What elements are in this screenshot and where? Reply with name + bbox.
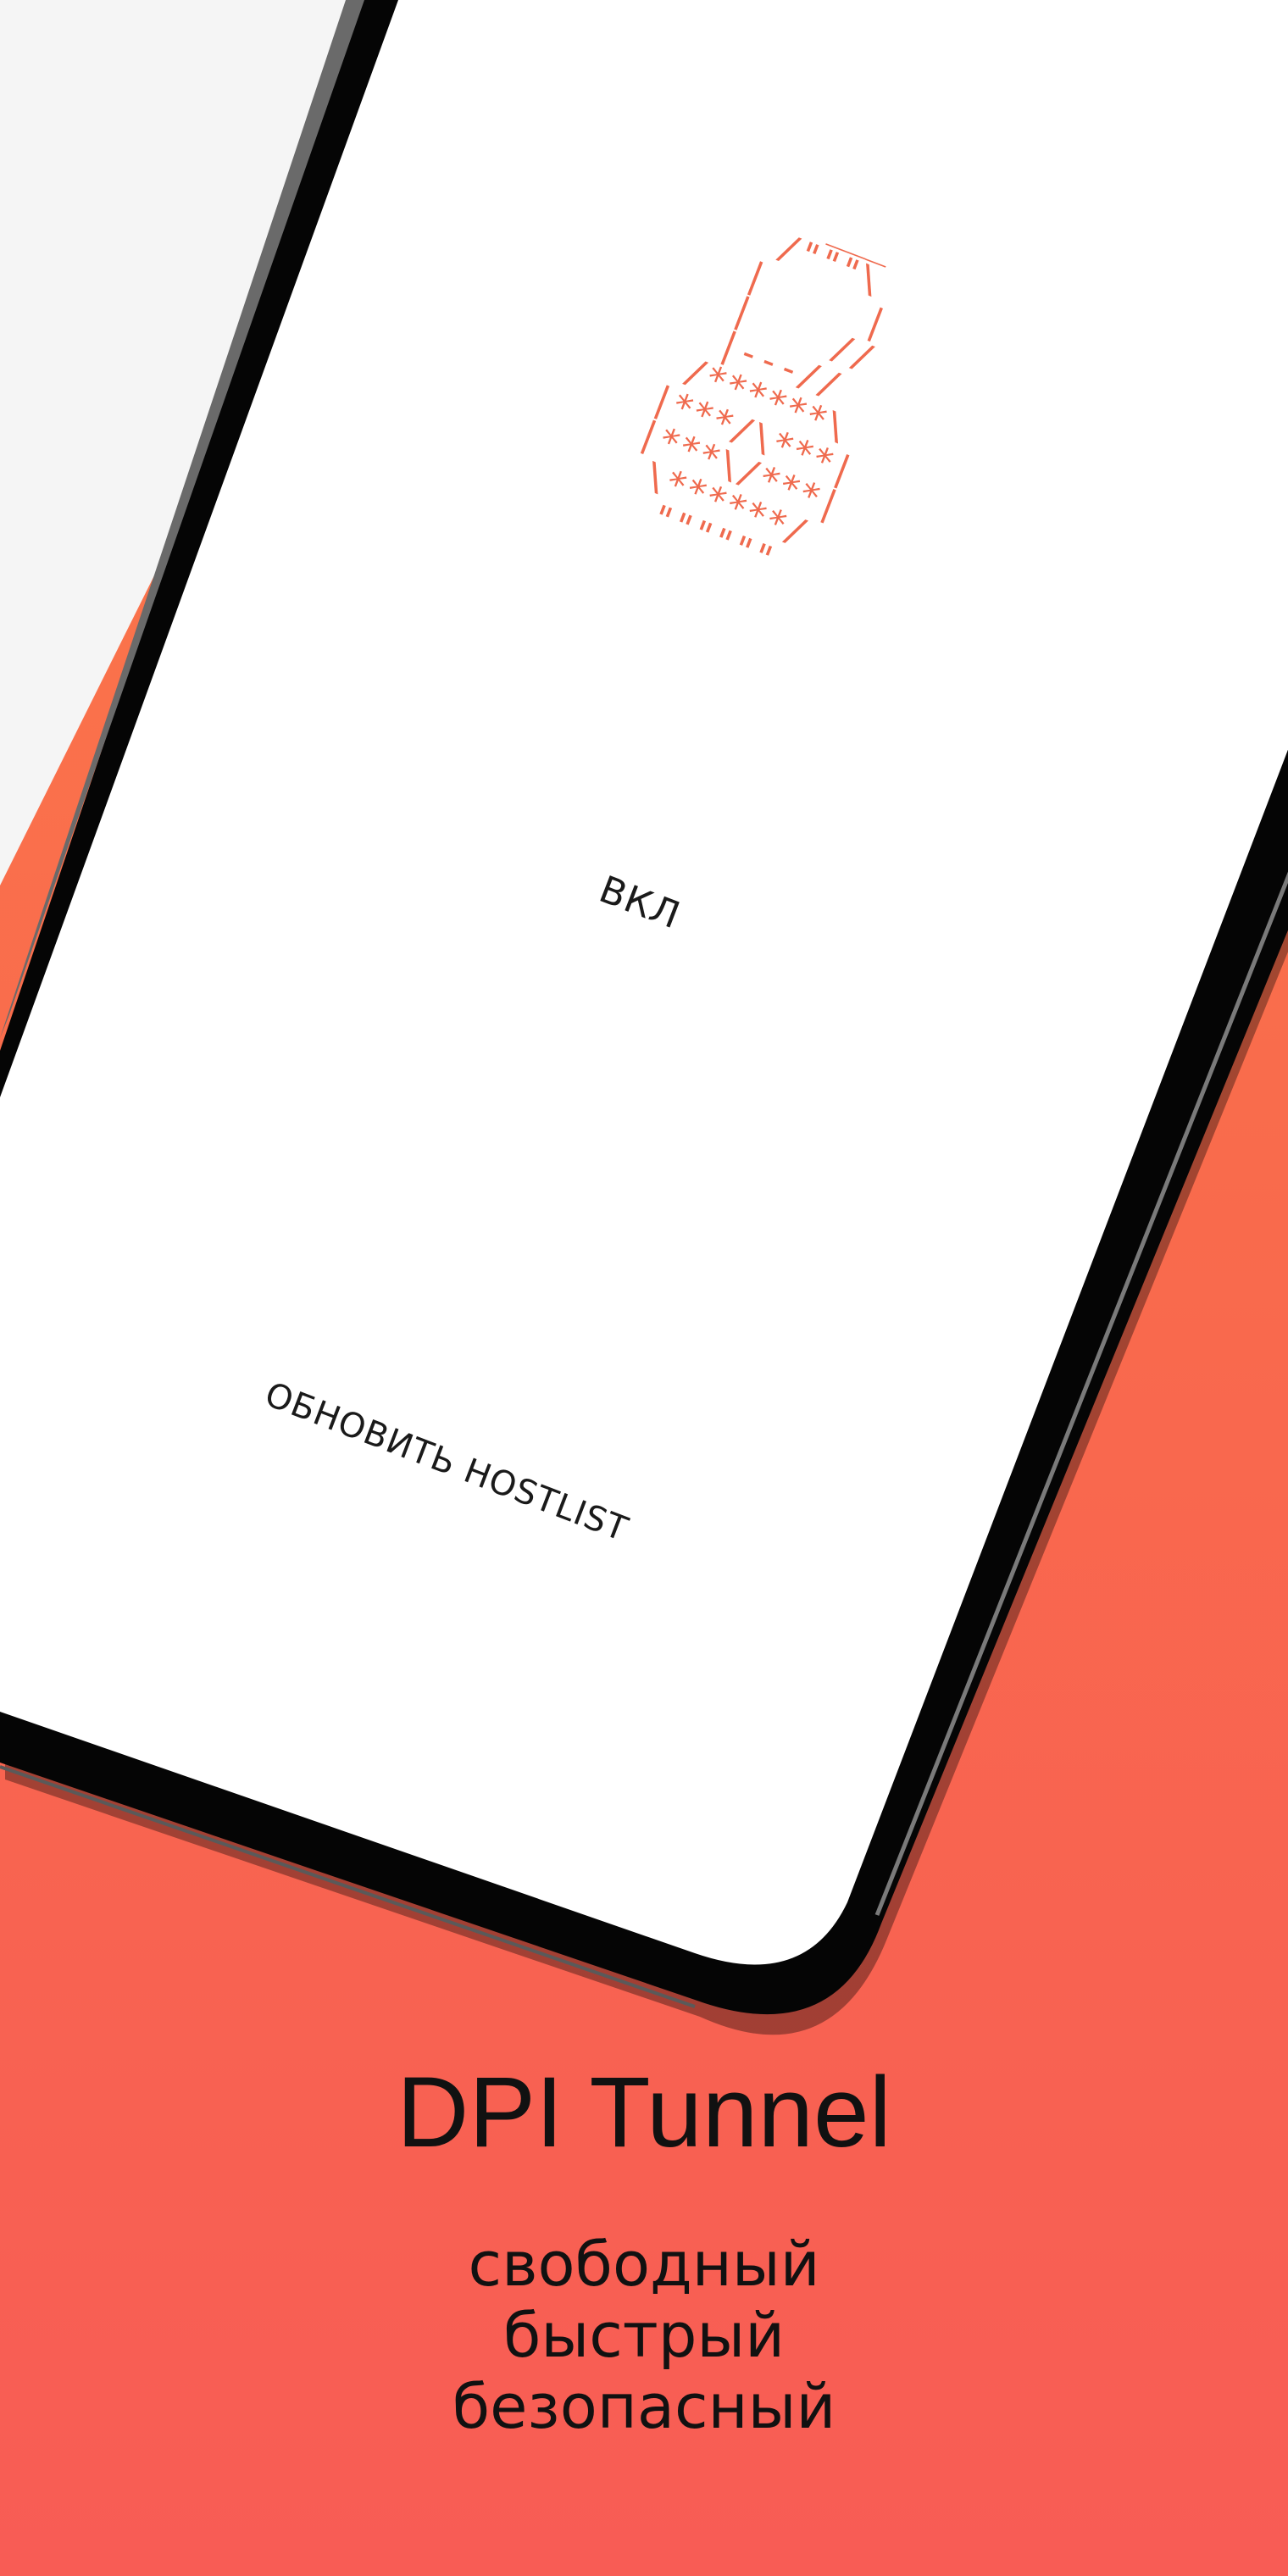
phone-screen [0,0,1288,1965]
tagline-fast: быстрый [502,2300,786,2371]
phone-mockup [0,0,1288,2035]
tagline-secure: безопасный [452,2371,836,2442]
app-title: DPI Tunnel [397,2057,891,2168]
tagline-free: свободный [468,2229,820,2300]
